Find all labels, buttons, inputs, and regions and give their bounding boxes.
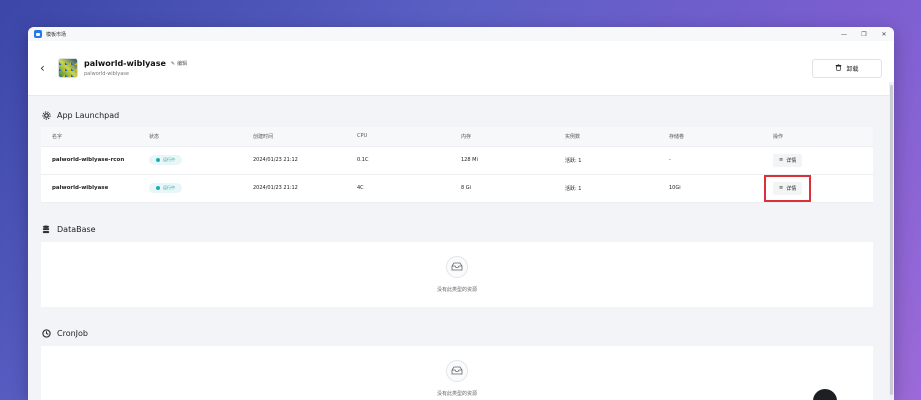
section-database: DataBase xyxy=(41,225,881,235)
status-cell: 运行中 xyxy=(138,174,242,203)
action-cell: ≡ 详情 xyxy=(762,174,873,203)
empty-box-icon xyxy=(446,255,468,278)
created-cell: 2024/01/23 21:12 xyxy=(242,174,346,203)
column-header: 创建时间 xyxy=(242,127,346,147)
app-name-cell: palworld-wiblyase-rcon xyxy=(41,146,138,175)
action-cell: ≡ 详情 xyxy=(762,146,873,175)
window-controls: — ❐ ✕ xyxy=(840,31,888,38)
vertical-scrollbar[interactable] xyxy=(889,82,894,400)
app-title-block: palworld-wiblyase ✎ 编辑 palworld-wiblyase xyxy=(84,59,187,77)
app-icon xyxy=(34,30,42,38)
database-icon xyxy=(41,225,51,235)
details-label: 详情 xyxy=(786,185,797,192)
cronjob-empty-state: 没有此类型的资源 xyxy=(41,345,873,400)
table-row: palworld-wiblyase 运行中 2024/01/23 21:12 4… xyxy=(41,174,873,203)
column-header: 内存 xyxy=(450,127,554,147)
cpu-cell: 4C xyxy=(346,174,450,203)
memory-cell: 128 Mi xyxy=(450,146,554,175)
app-window: 模板市场 — ❐ ✕ ‹ palworld-wiblyase ✎ 编辑 palw… xyxy=(28,27,894,400)
section-title: CronJob xyxy=(57,329,88,338)
column-header: 存储卷 xyxy=(658,127,762,147)
instances-cell: 活跃: 1 xyxy=(554,146,658,175)
instances-cell: 活跃: 1 xyxy=(554,174,658,203)
table-row: palworld-wiblyase-rcon 运行中 2024/01/23 21… xyxy=(41,146,873,175)
edit-icon: ✎ xyxy=(170,60,176,67)
list-icon: ≡ xyxy=(779,157,784,163)
details-button[interactable]: ≡ 详情 xyxy=(773,181,803,195)
database-empty-state: 没有此类型的资源 xyxy=(41,241,873,307)
uninstall-label: 卸载 xyxy=(846,65,859,73)
title-bar: 模板市场 — ❐ ✕ xyxy=(28,27,894,41)
section-cronjob: CronJob xyxy=(41,329,881,339)
app-name: palworld-wiblyase xyxy=(84,59,166,68)
window-title: 模板市场 xyxy=(46,31,67,38)
scrollbar-thumb[interactable] xyxy=(890,85,893,395)
details-label: 详情 xyxy=(786,157,797,164)
list-icon: ≡ xyxy=(779,185,784,191)
edit-button[interactable]: ✎ 编辑 xyxy=(170,60,188,68)
app-table: 名字 状态 创建时间 CPU 内存 实例数 存储卷 操作 palworld-wi… xyxy=(41,127,873,203)
app-logo xyxy=(58,58,78,78)
status-text: 运行中 xyxy=(163,185,175,190)
status-dot-icon xyxy=(156,158,160,162)
status-cell: 运行中 xyxy=(138,146,242,175)
edit-label: 编辑 xyxy=(177,61,188,67)
empty-box-icon xyxy=(446,359,468,382)
cpu-cell: 0.1C xyxy=(346,146,450,175)
main-content: App Launchpad 名字 状态 创建时间 CPU 内存 实例数 存储卷 … xyxy=(28,110,894,400)
table-header-row: 名字 状态 创建时间 CPU 内存 实例数 存储卷 操作 xyxy=(41,127,873,147)
uninstall-button[interactable]: 卸载 xyxy=(812,58,882,78)
column-header: 操作 xyxy=(762,127,873,147)
cronjob-icon xyxy=(41,329,51,339)
page-header: ‹ palworld-wiblyase ✎ 编辑 palworld-wiblya… xyxy=(28,41,894,96)
empty-text: 没有此类型的资源 xyxy=(436,286,477,293)
close-icon[interactable]: ✕ xyxy=(880,31,888,38)
app-subtitle: palworld-wiblyase xyxy=(84,71,129,77)
trash-icon xyxy=(835,63,842,73)
created-cell: 2024/01/23 21:12 xyxy=(242,146,346,175)
empty-text: 没有此类型的资源 xyxy=(436,390,477,397)
status-badge: 运行中 xyxy=(149,183,182,193)
column-header: 状态 xyxy=(138,127,242,147)
storage-cell: - xyxy=(658,146,762,175)
details-button[interactable]: ≡ 详情 xyxy=(773,153,803,167)
minimize-icon[interactable]: — xyxy=(840,31,848,38)
status-text: 运行中 xyxy=(163,157,175,162)
section-title: App Launchpad xyxy=(57,110,120,120)
status-badge: 运行中 xyxy=(149,155,182,165)
app-name-cell: palworld-wiblyase xyxy=(41,174,138,203)
section-title: DataBase xyxy=(57,225,96,234)
column-header: 名字 xyxy=(41,127,138,147)
column-header: 实例数 xyxy=(554,127,658,147)
storage-cell: 10Gi xyxy=(658,174,762,203)
memory-cell: 8 Gi xyxy=(450,174,554,203)
section-app-launchpad: App Launchpad xyxy=(41,110,881,120)
status-dot-icon xyxy=(156,186,160,190)
back-arrow-icon[interactable]: ‹ xyxy=(40,61,54,75)
column-header: CPU xyxy=(346,127,450,147)
gear-icon xyxy=(41,110,51,120)
restore-icon[interactable]: ❐ xyxy=(860,31,868,38)
highlight-box: ≡ 详情 xyxy=(764,174,812,202)
